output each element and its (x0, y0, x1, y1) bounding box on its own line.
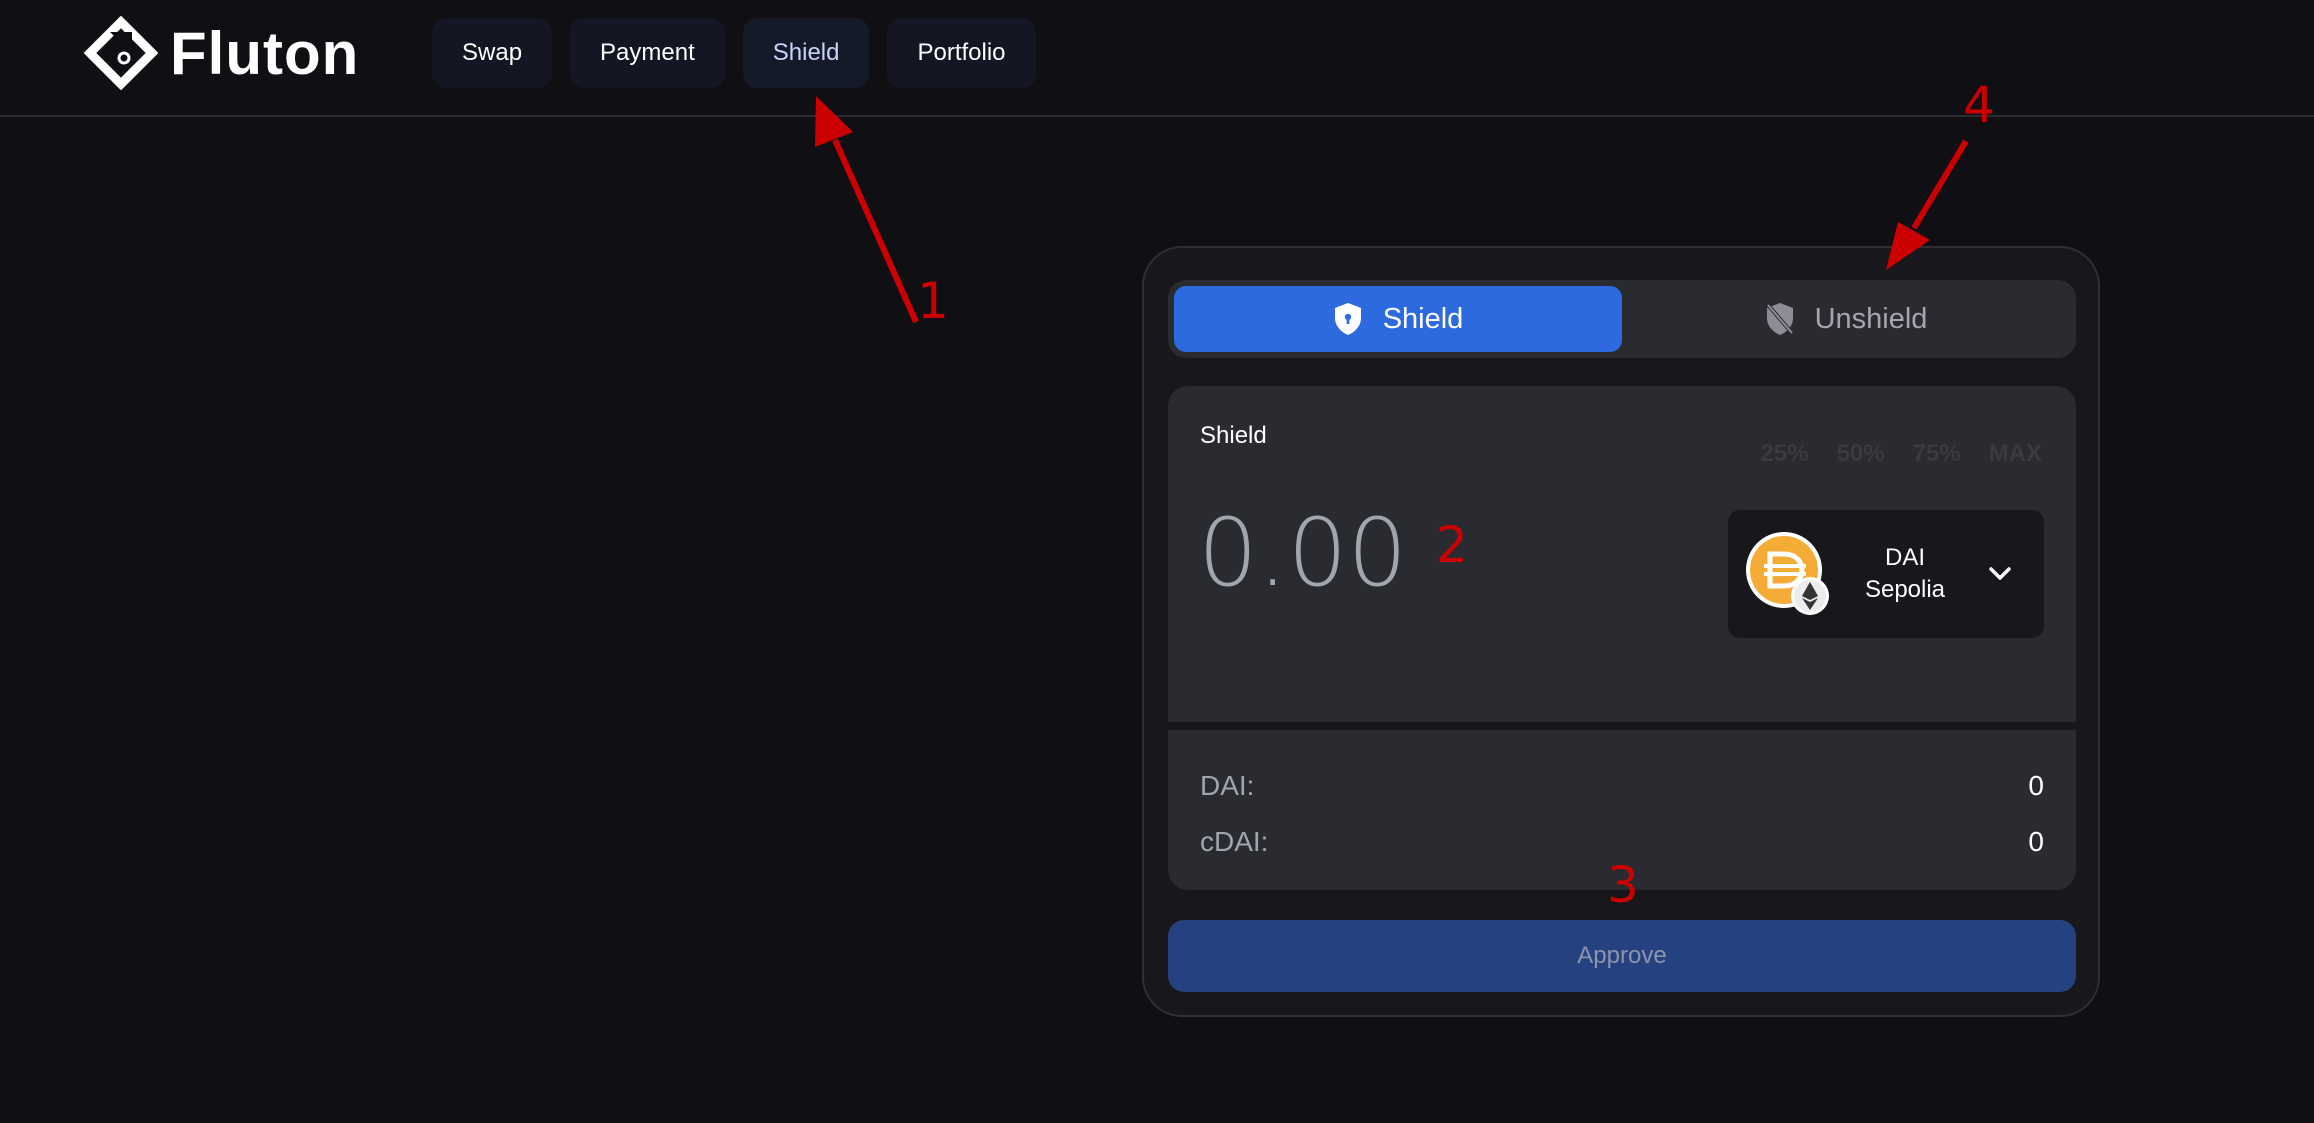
input-panel-label: Shield (1200, 422, 1267, 449)
shield-tab[interactable]: Shield (1174, 286, 1622, 352)
annotation-arrow-4 (1911, 139, 1969, 230)
balance-value: 0 (2028, 826, 2044, 857)
page: Fluton Swap Payment Shield Portfolio Shi… (0, 0, 2314, 1123)
percent-options: 25% 50% 75% MAX (1761, 440, 2042, 468)
brand-logo[interactable]: Fluton (84, 16, 359, 90)
approve-button[interactable]: Approve (1168, 920, 2076, 992)
chevron-down-icon (1989, 567, 2011, 580)
amount-input-panel: Shield 25% 50% 75% MAX 0.00 DAI Sepolia (1168, 386, 2076, 722)
shield-icon (1334, 303, 1361, 335)
annotation-number-2: 2 (1436, 516, 1468, 574)
balance-value: 0 (2028, 770, 2044, 801)
token-selector[interactable]: DAI Sepolia (1728, 510, 2044, 638)
unshield-tab[interactable]: Unshield (1622, 286, 2070, 352)
percent-50-button[interactable]: 50% (1837, 440, 1885, 468)
brand-name: Fluton (170, 19, 360, 87)
main-nav: Swap Payment Shield Portfolio (432, 18, 1036, 88)
dai-token-icon (1746, 532, 1830, 616)
shield-off-icon (1766, 303, 1794, 335)
balance-row: cDAI: 0 (1200, 824, 2044, 860)
token-symbol: DAI (1884, 544, 1925, 571)
nav-payment[interactable]: Payment (570, 18, 725, 88)
shield-mode-toggle: Shield Unshield (1168, 280, 2076, 358)
annotation-number-3: 3 (1607, 856, 1639, 914)
nav-portfolio[interactable]: Portfolio (887, 18, 1036, 88)
unshield-tab-label: Unshield (1814, 302, 1928, 335)
nav-shield[interactable]: Shield (742, 18, 870, 88)
token-network: Sepolia (1864, 576, 1946, 603)
annotation-number-4: 4 (1963, 76, 1995, 134)
balance-label: DAI: (1200, 770, 1255, 801)
percent-max-button[interactable]: MAX (1989, 440, 2042, 468)
shield-tab-label: Shield (1382, 302, 1464, 335)
balance-row: DAI: 0 (1200, 768, 2044, 804)
amount-input[interactable] (1198, 498, 1618, 608)
percent-75-button[interactable]: 75% (1913, 440, 1961, 468)
fluton-logo-icon (84, 16, 158, 90)
token-name: DAI Sepolia (1830, 542, 1980, 606)
balance-label: cDAI: (1200, 826, 1269, 857)
annotation-number-1: 1 (917, 272, 949, 330)
annotation-arrow-1 (832, 138, 919, 324)
percent-25-button[interactable]: 25% (1761, 440, 1809, 468)
nav-swap[interactable]: Swap (432, 18, 553, 88)
